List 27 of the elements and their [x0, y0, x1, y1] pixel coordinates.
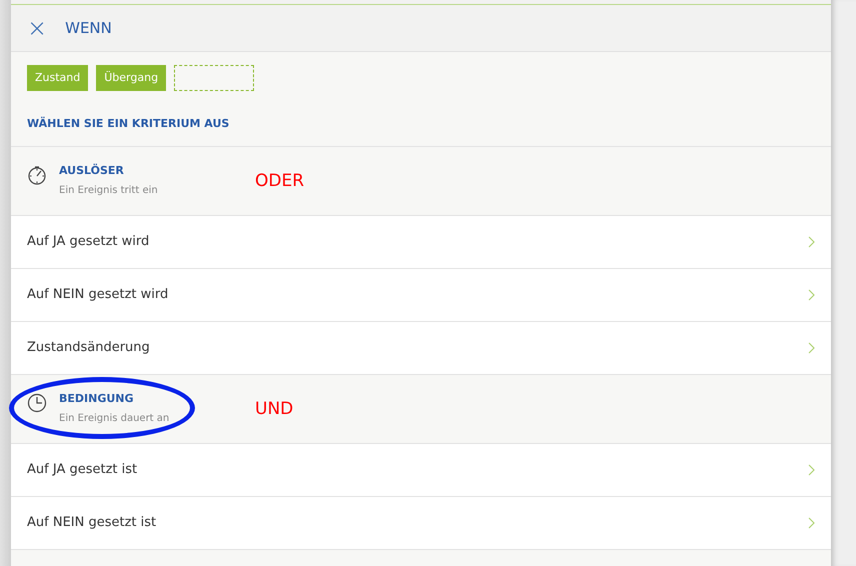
clock-icon [27, 392, 47, 412]
criterion-label: Auf JA gesetzt wird [27, 232, 150, 251]
section-heading: WÄHLEN SIE EIN KRITERIUM AUS [11, 91, 831, 146]
annotation-label: UND [255, 398, 294, 420]
chevron-icon [808, 342, 815, 354]
criterion-item[interactable]: Auf JA gesetzt wird [11, 216, 831, 268]
chevron-icon [808, 236, 815, 248]
chevron-icon [808, 288, 815, 300]
annotation-label: ODER [255, 170, 304, 192]
criterion-label: Auf JA gesetzt ist [27, 460, 138, 479]
category-title: AUSLÖSER [59, 162, 125, 179]
drop-slot[interactable] [174, 65, 254, 91]
criterion-item[interactable]: Zustandsänderung [11, 322, 831, 374]
chevron-icon [808, 516, 815, 528]
criterion-label: Zustandsänderung [27, 338, 150, 357]
criterion-item[interactable]: Auf NEIN gesetzt ist [11, 496, 831, 550]
panel-title: WENN [65, 18, 112, 39]
criterion-label: Auf NEIN gesetzt ist [27, 514, 156, 532]
chevron-icon [808, 464, 815, 476]
category-title: BEDINGUNG [59, 390, 135, 407]
criterion-item[interactable]: Auf JA gesetzt ist [11, 444, 831, 496]
criterion-item[interactable]: Auf NEIN gesetzt wird [11, 268, 831, 322]
close-button[interactable]: × [27, 16, 48, 40]
criterion-label: Auf NEIN gesetzt wird [27, 286, 168, 304]
category-subtitle: Ein Ereignis tritt ein [59, 184, 158, 198]
category-subtitle: Ein Ereignis dauert an [59, 412, 170, 426]
stopwatch-icon [27, 164, 47, 184]
